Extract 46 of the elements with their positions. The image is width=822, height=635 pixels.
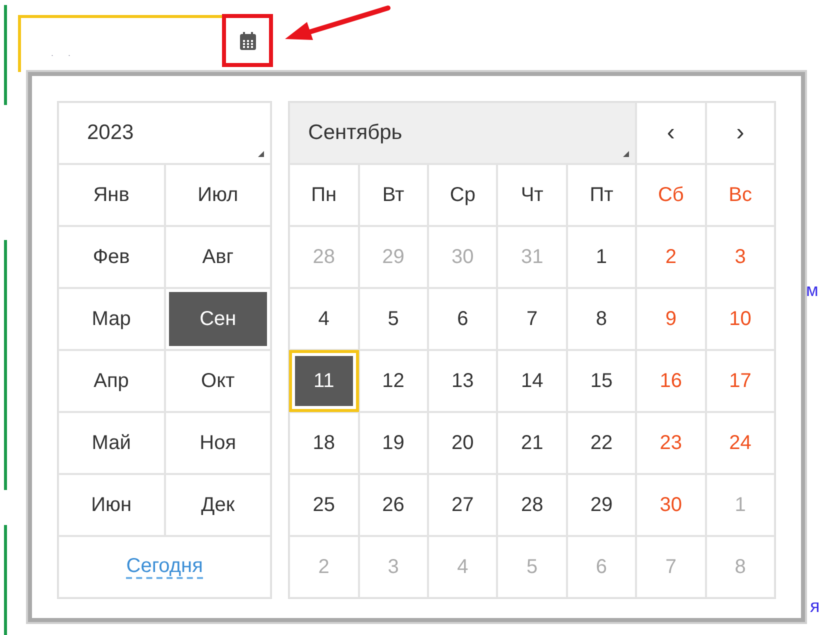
year-select[interactable]: 2023 [58, 102, 272, 164]
weekday-label: Пн [289, 164, 359, 226]
day-cell[interactable]: 24 [706, 413, 774, 473]
day-cell[interactable]: 10 [706, 289, 774, 349]
weekday-label: Пт [566, 164, 636, 226]
day-cell[interactable]: 15 [568, 351, 636, 411]
day-cell[interactable]: 12 [360, 351, 427, 411]
day-cell[interactable]: 22 [568, 413, 636, 473]
calendar-icon [238, 30, 256, 50]
day-cell[interactable]: 27 [428, 475, 496, 535]
day-cell[interactable]: 28 [498, 475, 566, 535]
day-cell[interactable]: 6 [428, 289, 496, 349]
previous-month-button[interactable]: ‹ [636, 102, 706, 164]
day-cell[interactable]: 21 [498, 413, 566, 473]
day-cell[interactable]: 8 [568, 289, 636, 349]
day-cell[interactable]: 13 [428, 351, 496, 411]
day-cell[interactable]: 4 [290, 289, 358, 349]
weekday-label: Сб [636, 164, 706, 226]
day-cell[interactable]: 1 [568, 227, 636, 287]
month-option[interactable]: Сен [168, 292, 268, 346]
day-cell[interactable]: 19 [360, 413, 427, 473]
day-cell[interactable]: 16 [637, 351, 705, 411]
day-cell[interactable]: 30 [637, 475, 705, 535]
weekday-label: Вт [358, 164, 428, 226]
day-cell[interactable]: 9 [637, 289, 705, 349]
month-select[interactable]: Сентябрь [289, 102, 636, 164]
day-cell[interactable]: 20 [428, 413, 496, 473]
calendar-button[interactable] [222, 14, 273, 67]
day-cell[interactable]: 18 [290, 413, 358, 473]
day-cell[interactable]: 29 [568, 475, 636, 535]
day-cell[interactable]: 23 [637, 413, 705, 473]
day-cell[interactable]: 11 [289, 350, 359, 412]
day-cell[interactable]: 14 [498, 351, 566, 411]
text-fragment: я [810, 596, 820, 617]
day-cell[interactable]: 2 [637, 227, 705, 287]
weekday-label: Чт [497, 164, 567, 226]
next-month-button[interactable]: › [706, 102, 775, 164]
day-cell[interactable]: 17 [706, 351, 774, 411]
weekday-label: Ср [428, 164, 498, 226]
day-cell[interactable]: 5 [360, 289, 427, 349]
day-cell[interactable]: 3 [706, 227, 774, 287]
weekday-label: Вс [706, 164, 775, 226]
day-cell[interactable]: 7 [498, 289, 566, 349]
text-fragment: м [806, 280, 818, 301]
day-cell[interactable]: 26 [360, 475, 427, 535]
day-cell[interactable]: 25 [290, 475, 358, 535]
